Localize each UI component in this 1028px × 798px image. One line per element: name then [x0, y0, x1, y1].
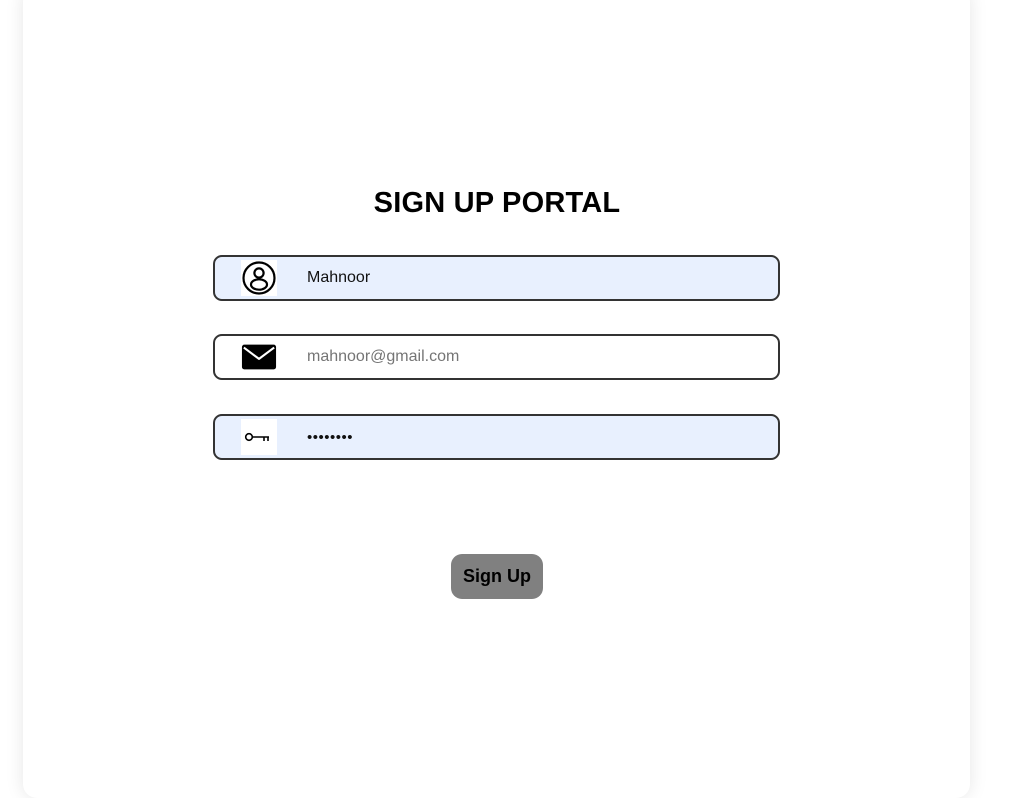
page-title: SIGN UP PORTAL — [373, 187, 621, 219]
name-field — [213, 255, 780, 301]
key-icon — [241, 419, 277, 455]
signup-card — [23, 0, 970, 798]
password-input[interactable] — [307, 416, 747, 458]
user-circle-icon — [241, 260, 277, 296]
name-input[interactable] — [307, 257, 747, 299]
email-input[interactable] — [307, 336, 747, 378]
password-field — [213, 414, 780, 460]
email-field — [213, 334, 780, 380]
signup-button[interactable]: Sign Up — [451, 554, 543, 599]
envelope-icon — [241, 339, 277, 375]
